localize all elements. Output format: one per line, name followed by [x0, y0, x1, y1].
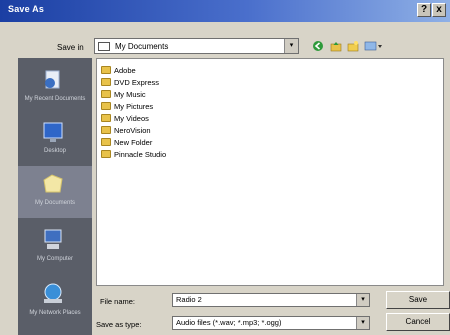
my-documents-icon — [43, 174, 63, 193]
save-in-value: My Documents — [115, 42, 169, 51]
folder-icon — [98, 42, 110, 51]
list-item[interactable]: DVD Express — [101, 77, 159, 88]
save-as-type-value: Audio files (*.wav; *.mp3; *.ogg) — [176, 318, 282, 327]
list-item[interactable]: New Folder — [101, 137, 152, 148]
help-button[interactable]: ? — [417, 3, 431, 17]
cancel-button[interactable]: Cancel — [386, 313, 450, 331]
place-my-network-places[interactable]: My Network Places — [18, 276, 92, 328]
folder-icon — [101, 90, 111, 98]
back-icon[interactable] — [312, 40, 324, 52]
file-name-input[interactable]: Radio 2 ▾ — [172, 293, 370, 307]
save-button[interactable]: Save — [386, 291, 450, 309]
place-label: My Network Places — [29, 310, 81, 316]
folder-icon — [101, 126, 111, 134]
place-desktop[interactable]: Desktop — [18, 114, 92, 166]
list-item[interactable]: My Music — [101, 89, 146, 100]
file-list[interactable]: Adobe DVD Express My Music My Pictures M… — [96, 58, 444, 286]
save-in-label: Save in — [57, 43, 84, 52]
desktop-icon — [43, 122, 63, 142]
up-folder-icon[interactable] — [330, 40, 342, 52]
folder-icon — [101, 138, 111, 146]
list-item[interactable]: Pinnacle Studio — [101, 149, 166, 160]
folder-icon — [101, 150, 111, 158]
list-item[interactable]: Adobe — [101, 65, 136, 76]
list-item[interactable]: NeroVision — [101, 125, 151, 136]
chevron-down-icon[interactable]: ▾ — [356, 317, 369, 329]
place-my-recent-documents[interactable]: My Recent Documents — [18, 62, 92, 114]
new-folder-icon[interactable] — [347, 40, 359, 52]
place-label: My Recent Documents — [24, 96, 86, 102]
save-in-dropdown[interactable]: My Documents ▾ — [94, 38, 299, 54]
place-label: Desktop — [43, 148, 66, 154]
place-my-computer[interactable]: My Computer — [18, 222, 92, 274]
save-as-type-label: Save as type: — [96, 320, 142, 329]
place-label: My Computer — [36, 256, 73, 262]
title-bar[interactable]: Save As ? x — [0, 0, 450, 22]
window-title: Save As — [8, 4, 45, 14]
places-bar: My Recent Documents Desktop My Documents… — [18, 58, 92, 335]
close-button[interactable]: x — [432, 3, 446, 17]
folder-icon — [101, 102, 111, 110]
recent-docs-icon — [45, 70, 60, 89]
folder-icon — [101, 78, 111, 86]
computer-icon — [44, 229, 62, 249]
place-my-documents[interactable]: My Documents — [18, 166, 92, 218]
list-item[interactable]: My Pictures — [101, 101, 153, 112]
chevron-down-icon[interactable]: ▾ — [356, 294, 369, 306]
network-icon — [44, 283, 62, 303]
folder-icon — [101, 114, 111, 122]
view-menu-icon[interactable] — [364, 40, 384, 52]
file-name-value: Radio 2 — [176, 295, 202, 304]
chevron-down-icon[interactable]: ▾ — [284, 39, 298, 53]
list-item[interactable]: My Videos — [101, 113, 149, 124]
folder-icon — [101, 66, 111, 74]
save-as-type-dropdown[interactable]: Audio files (*.wav; *.mp3; *.ogg) ▾ — [172, 316, 370, 330]
file-name-label: File name: — [100, 297, 136, 306]
place-label: My Documents — [34, 200, 75, 206]
